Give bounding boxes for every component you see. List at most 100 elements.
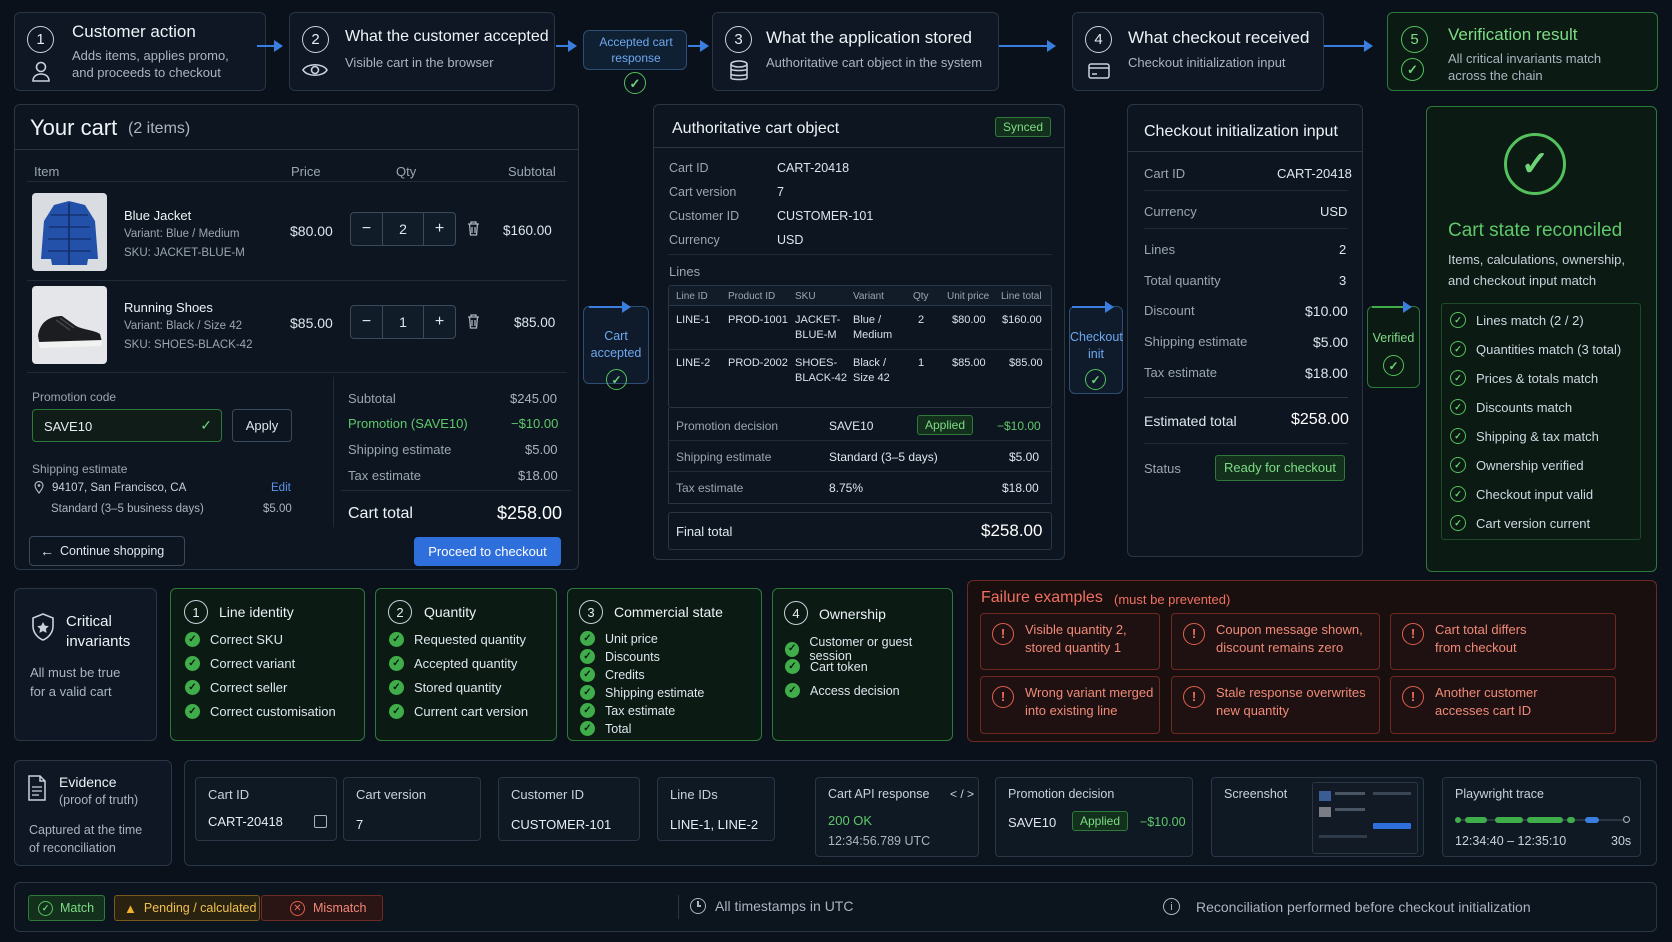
row-value: USD — [1320, 204, 1348, 219]
group-title: Ownership — [819, 606, 886, 622]
group-number: 2 — [388, 600, 412, 624]
proceed-to-checkout-button[interactable]: Proceed to checkout — [414, 537, 561, 566]
invariants-subtitle: for a valid cart — [30, 684, 112, 699]
decrement-button[interactable]: − — [351, 213, 383, 245]
step-title: What checkout received — [1128, 28, 1310, 47]
evidence-playwright-trace[interactable]: Playwright trace 12:34:40 – 12:35:10 30s — [1442, 777, 1641, 857]
check-icon: ✓ — [389, 632, 404, 647]
row-label: Tax estimate — [1144, 365, 1217, 380]
col-header: Unit price — [947, 291, 990, 302]
check-icon: ✓ — [185, 632, 200, 647]
quantity-stepper: − 2 + — [350, 212, 456, 246]
row-label: Discount — [1144, 303, 1195, 318]
legend-match: ✓ Match — [28, 895, 105, 921]
step-subtitle: All critical invariants match — [1448, 51, 1602, 66]
sku: BLACK-42 — [795, 372, 847, 384]
field-label: Currency — [669, 233, 720, 247]
product-image-jacket[interactable] — [32, 193, 107, 271]
checks-list: ✓ Lines match (2 / 2) ✓ Quantities match (… — [1441, 303, 1641, 540]
totals-value: $245.00 — [510, 391, 557, 406]
evidence-value: CUSTOMER-101 — [511, 817, 612, 832]
promo-code-value: SAVE10 — [44, 419, 93, 434]
field-label: Cart version — [669, 185, 737, 199]
card-icon — [1088, 63, 1110, 79]
check-item: ✓ Prices & totals match — [1450, 370, 1598, 386]
promo-code-input[interactable]: SAVE10 ✓ — [32, 409, 222, 442]
step-3-card: 3 What the application stored Authoritat… — [712, 12, 999, 91]
field-value: 7 — [777, 185, 784, 199]
connector-label: Checkout init — [1070, 330, 1123, 361]
flow-arrow — [1324, 40, 1373, 52]
product-image-shoes[interactable] — [32, 286, 107, 364]
apply-button[interactable]: Apply — [232, 409, 292, 442]
utc-note: All timestamps in UTC — [690, 898, 853, 914]
qty: 1 — [918, 357, 925, 369]
cart-total-label: Cart total — [348, 505, 413, 522]
check-icon: ✓ — [1383, 355, 1404, 376]
copy-icon[interactable] — [314, 815, 327, 828]
quantity-value[interactable]: 1 — [383, 306, 423, 338]
info-icon: i — [1163, 898, 1180, 915]
totals-label: Shipping estimate — [348, 442, 452, 457]
big-check-icon: ✓ — [1504, 133, 1566, 195]
applied-badge: Applied — [1072, 811, 1129, 831]
group-number: 3 — [579, 600, 603, 624]
alert-icon: ! — [1183, 686, 1205, 708]
authoritative-cart-panel: Authoritative cart object Synced Cart ID… — [653, 104, 1065, 560]
legend-bar: ✓ Match ▲ Pending / calculated ✕ Mismatch A… — [14, 882, 1657, 932]
shield-icon — [32, 613, 54, 641]
field-label: Customer ID — [669, 209, 740, 223]
totals-value: −$10.00 — [511, 416, 559, 431]
field-label: Cart ID — [669, 161, 709, 175]
clock-icon — [690, 898, 706, 914]
verify-subtitle: Items, calculations, ownership, — [1448, 252, 1626, 267]
line-total: $85.00 — [1009, 357, 1043, 369]
evidence-label: Promotion decision — [1008, 787, 1115, 801]
shipping-address: 94107, San Francisco, CA — [52, 482, 187, 494]
failure-example: ! Stale response overwrites new quantity — [1171, 676, 1380, 734]
edit-address-link[interactable]: Edit — [271, 482, 291, 494]
legend-mismatch: ✕ Mismatch — [261, 895, 383, 921]
evidence-caption: Captured at the time — [29, 823, 143, 837]
trash-icon[interactable] — [467, 221, 480, 236]
trace-range: 12:34:40 – 12:35:10 — [1455, 834, 1567, 848]
check-item: ✓ Shipping & tax match — [1450, 428, 1599, 444]
decrement-button[interactable]: − — [351, 306, 383, 338]
group-title: Quantity — [424, 604, 477, 620]
applied-badge: Applied — [917, 415, 974, 435]
invariant-group-line-identity: 1 Line identity ✓ Correct SKU ✓ Correct va… — [170, 588, 365, 741]
evidence-label: Screenshot — [1224, 787, 1288, 801]
col-header-subtotal: Subtotal — [508, 164, 556, 179]
invariant-item: ✓ Correct customisation — [185, 704, 336, 719]
row-value: 3 — [1339, 273, 1347, 288]
continue-shopping-button[interactable]: ← Continue shopping — [29, 536, 185, 566]
connector-label: Verified — [1372, 331, 1415, 345]
failures-title: Failure examples — [981, 589, 1103, 606]
col-header-qty: Qty — [396, 164, 417, 179]
step-1-card: 1 Customer action Adds items, applies pr… — [14, 12, 266, 91]
invariant-item: ✓ Discounts — [580, 649, 660, 664]
tax-rate: 8.75% — [829, 481, 864, 495]
status-badge: Ready for checkout — [1215, 455, 1345, 481]
line-id: LINE-2 — [676, 357, 711, 369]
cart-total-value: $258.00 — [497, 503, 563, 523]
variant: Black / — [853, 357, 887, 369]
item-subtotal: $160.00 — [503, 223, 552, 238]
invariant-item: ✓ Credits — [580, 667, 645, 682]
x-icon: ✕ — [290, 900, 305, 916]
invariant-item: ✓ Cart token — [785, 659, 868, 674]
estimated-total-value: $258.00 — [1291, 411, 1349, 428]
trash-icon[interactable] — [467, 314, 480, 329]
check-icon: ✓ — [580, 667, 595, 682]
item-price: $85.00 — [290, 315, 333, 331]
quantity-value[interactable]: 2 — [383, 213, 423, 245]
row-value: $18.00 — [1305, 365, 1348, 381]
increment-button[interactable]: + — [423, 213, 455, 245]
evidence-screenshot[interactable]: Screenshot — [1211, 777, 1424, 857]
screenshot-thumbnail[interactable] — [1312, 782, 1418, 854]
increment-button[interactable]: + — [423, 306, 455, 338]
check-icon: ✓ — [200, 417, 212, 433]
sku: JACKET- — [795, 314, 841, 326]
verify-subtitle: and checkout input match — [1448, 273, 1597, 288]
alert-icon: ! — [992, 686, 1014, 708]
